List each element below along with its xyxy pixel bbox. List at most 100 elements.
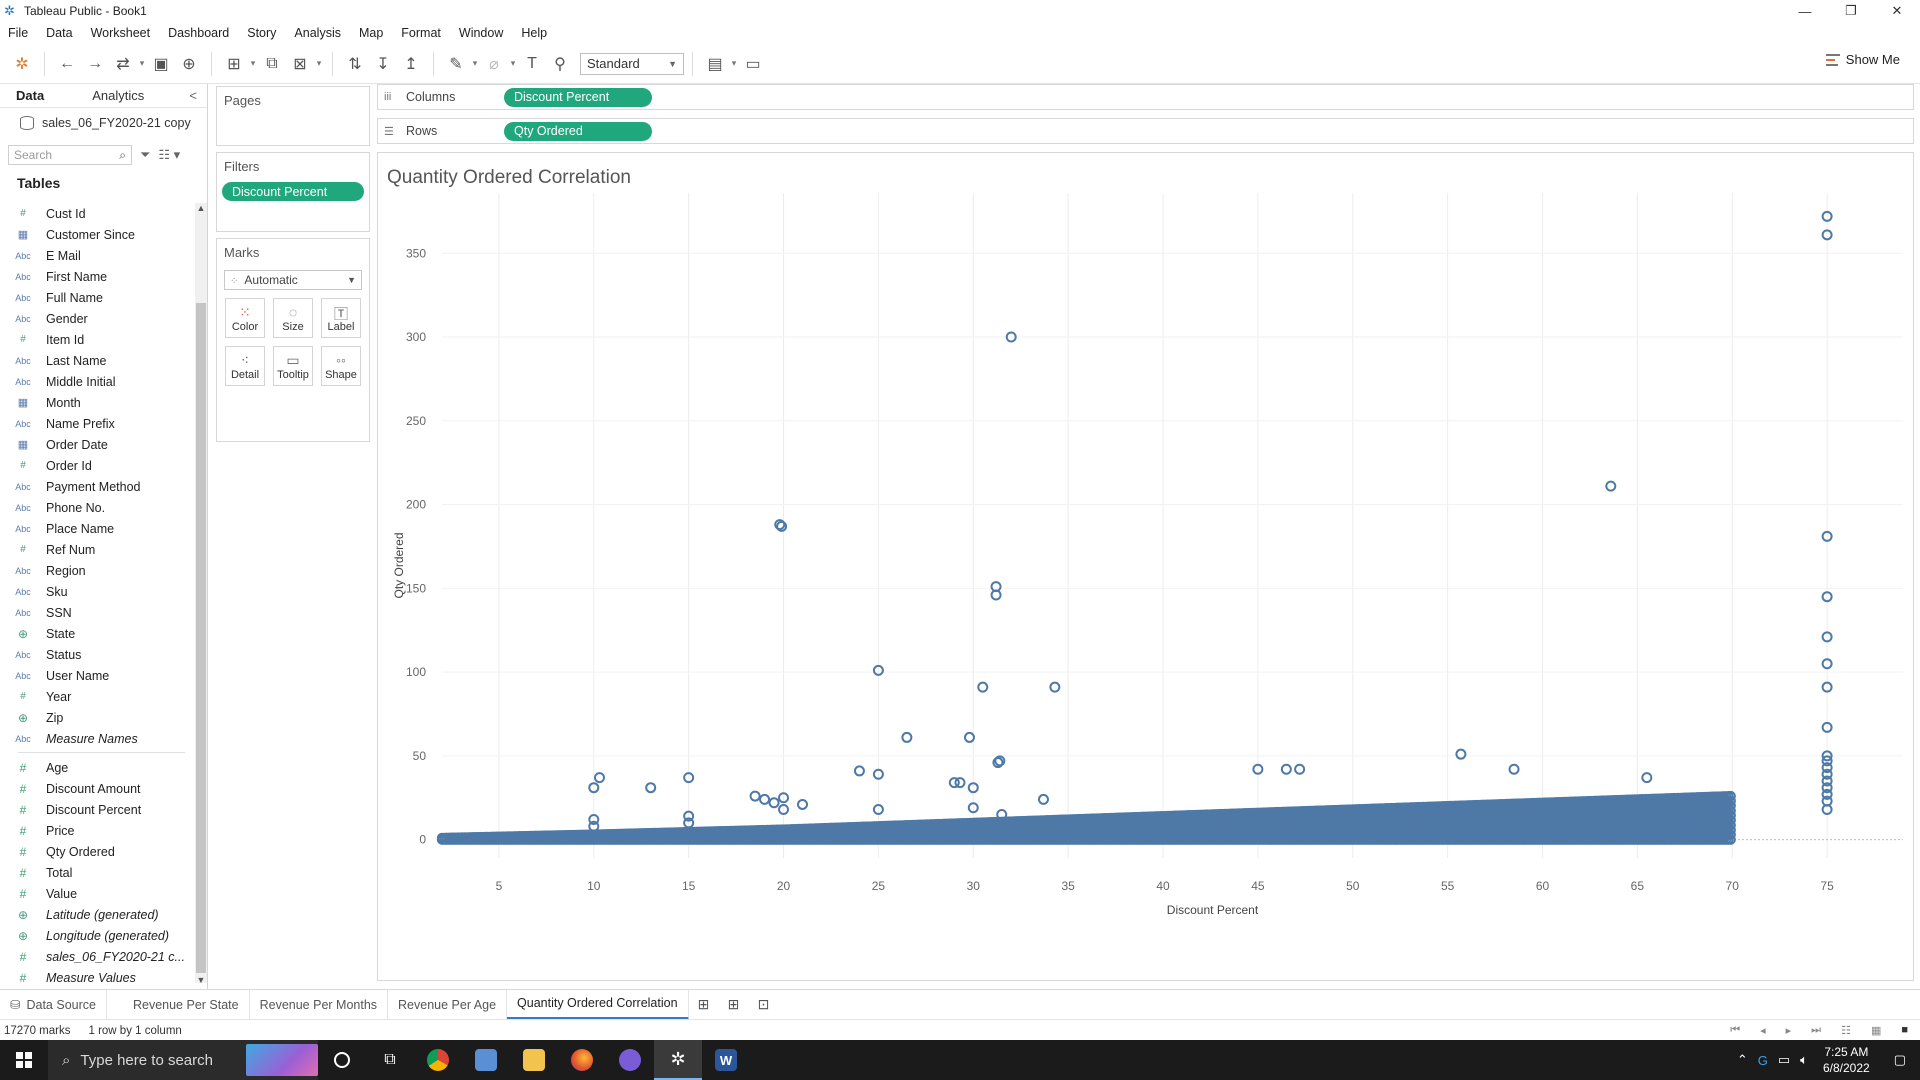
marks-color-button[interactable]: ⁙ Color [225, 298, 265, 338]
clear-sheet-icon[interactable]: ⊠ [286, 51, 314, 77]
marks-shape-button[interactable]: ◦◦ Shape [321, 346, 361, 386]
volume-icon[interactable]: 🔈︎ [1795, 1052, 1813, 1068]
field-item[interactable]: Abc Last Name [0, 350, 195, 371]
scroll-up-icon[interactable]: ▲ [195, 203, 207, 213]
filter-fields-icon[interactable]: ⏷ [140, 147, 150, 163]
field-item[interactable]: ▦ Month [0, 392, 195, 413]
marks-label-button[interactable]: 🅃 Label [321, 298, 361, 338]
field-item[interactable]: # Total [0, 862, 195, 883]
marks-tooltip-button[interactable]: ▭ Tooltip [273, 346, 313, 386]
field-item[interactable]: Abc User Name [0, 665, 195, 686]
menu-help[interactable]: Help [512, 26, 556, 40]
field-list-scrollbar[interactable]: ▲ ▼ [195, 203, 207, 985]
scatter-point[interactable] [1294, 763, 1306, 775]
menu-worksheet[interactable]: Worksheet [82, 26, 160, 40]
tab-revenue-per-months[interactable]: Revenue Per Months [250, 989, 389, 1020]
replay-icon[interactable]: ⇄ [109, 51, 137, 77]
redo-icon[interactable]: → [81, 51, 109, 77]
filter-pill-discount-percent[interactable]: Discount Percent [222, 182, 364, 201]
columns-pill-discount-percent[interactable]: Discount Percent [504, 87, 652, 107]
start-button[interactable] [0, 1040, 48, 1080]
show-mark-labels-icon[interactable]: T [518, 51, 546, 77]
show-filmstrip-icon[interactable]: ☷ [1837, 1024, 1855, 1037]
field-item[interactable]: Abc Region [0, 560, 195, 581]
filters-card[interactable]: Filters Discount Percent [216, 152, 370, 232]
minimize-icon[interactable]: — [1782, 0, 1828, 22]
field-item[interactable]: Abc Full Name [0, 287, 195, 308]
restore-icon[interactable]: ❐ [1828, 0, 1874, 22]
field-item[interactable]: ▦ Customer Since [0, 224, 195, 245]
fix-axes-icon[interactable]: ⚲ [546, 51, 574, 77]
field-item[interactable]: # Measure Values [0, 967, 195, 988]
new-story-tab-icon[interactable]: ⊡ [749, 996, 779, 1013]
show-me-button[interactable]: Show Me [1825, 52, 1900, 67]
view-options-icon[interactable]: ☷ ▾ [158, 147, 180, 163]
presentation-mode-icon[interactable]: ▭ [739, 51, 767, 77]
scatter-point[interactable] [954, 777, 966, 789]
scroll-down-icon[interactable]: ▼ [195, 975, 207, 985]
tab-data[interactable]: Data [0, 88, 60, 103]
field-item[interactable]: Abc E Mail [0, 245, 195, 266]
menu-file[interactable]: File [0, 26, 37, 40]
scatter-point[interactable] [645, 782, 657, 794]
scatter-point[interactable] [759, 793, 771, 805]
field-item[interactable]: Abc Payment Method [0, 476, 195, 497]
scatter-point[interactable] [853, 765, 865, 777]
menu-analysis[interactable]: Analysis [285, 26, 350, 40]
group-dropdown-icon[interactable]: ▾ [508, 51, 518, 77]
cortana-icon[interactable] [318, 1040, 366, 1080]
sort-descending-icon[interactable]: ↥ [397, 51, 425, 77]
show-cards-icon[interactable]: ▤ [701, 51, 729, 77]
field-item[interactable]: ▦ Order Date [0, 434, 195, 455]
field-item[interactable]: Abc Measure Names [0, 728, 195, 749]
scatter-point[interactable] [1455, 748, 1467, 760]
chrome-icon[interactable] [414, 1040, 462, 1080]
tab-analytics[interactable]: Analytics [60, 88, 160, 103]
new-dashboard-tab-icon[interactable]: ⊞ [719, 996, 749, 1013]
field-item[interactable]: # Ref Num [0, 539, 195, 560]
field-item[interactable]: # Year [0, 686, 195, 707]
scatter-point[interactable] [768, 797, 780, 809]
scatter-point[interactable] [749, 790, 761, 802]
scatter-plot[interactable]: 0 50 100 150 200 250 300 350 5 10 15 20 25 30 35 40 45 50… [378, 153, 1913, 980]
collapse-pane-icon[interactable]: < [189, 88, 197, 103]
tableau-home-icon[interactable]: ✲ [8, 51, 36, 77]
field-item[interactable]: # Age [0, 757, 195, 778]
worksheet-view[interactable]: Quantity Ordered Correlation 0 50 100 150 20… [377, 152, 1914, 981]
tab-revenue-per-state[interactable]: Revenue Per State [107, 989, 250, 1020]
scatter-point[interactable] [1605, 480, 1617, 492]
firefox-icon[interactable] [558, 1040, 606, 1080]
save-icon[interactable]: ▣ [147, 51, 175, 77]
task-view-icon[interactable]: ⧉ [366, 1040, 414, 1080]
highlight-dropdown-icon[interactable]: ▾ [470, 51, 480, 77]
field-item[interactable]: # Cust Id [0, 203, 195, 224]
marks-detail-button[interactable]: ⁖ Detail [225, 346, 265, 386]
field-search-input[interactable]: Search ⌕ [8, 145, 132, 165]
pages-card[interactable]: Pages [216, 86, 370, 146]
scatter-point[interactable] [1508, 763, 1520, 775]
field-item[interactable]: Abc Sku [0, 581, 195, 602]
field-item[interactable]: ⊕ Latitude (generated) [0, 904, 195, 925]
field-item[interactable]: Abc Name Prefix [0, 413, 195, 434]
field-item[interactable]: # Order Id [0, 455, 195, 476]
scatter-point[interactable] [797, 798, 809, 810]
file-explorer-icon[interactable] [510, 1040, 558, 1080]
field-item[interactable]: Abc Status [0, 644, 195, 665]
prev-sheet-icon[interactable]: ◂ [1756, 1024, 1770, 1037]
fit-dropdown[interactable]: Standard ▼ [580, 52, 684, 75]
show-cards-dropdown-icon[interactable]: ▾ [729, 51, 739, 77]
scatter-point[interactable] [963, 731, 975, 743]
field-item[interactable]: Abc Place Name [0, 518, 195, 539]
data-source-item[interactable]: sales_06_FY2020-21 copy [0, 108, 207, 138]
menu-window[interactable]: Window [450, 26, 512, 40]
tab-revenue-per-age[interactable]: Revenue Per Age [388, 989, 508, 1020]
replay-dropdown-icon[interactable]: ▾ [137, 51, 147, 77]
menu-format[interactable]: Format [392, 26, 450, 40]
menu-map[interactable]: Map [350, 26, 392, 40]
field-item[interactable]: # Discount Percent [0, 799, 195, 820]
mark-type-dropdown[interactable]: ⁘ Automatic ▼ [224, 270, 362, 290]
remote-desktop-icon[interactable] [462, 1040, 510, 1080]
field-item[interactable]: ⊕ Longitude (generated) [0, 925, 195, 946]
menu-dashboard[interactable]: Dashboard [159, 26, 238, 40]
field-item[interactable]: # Discount Amount [0, 778, 195, 799]
